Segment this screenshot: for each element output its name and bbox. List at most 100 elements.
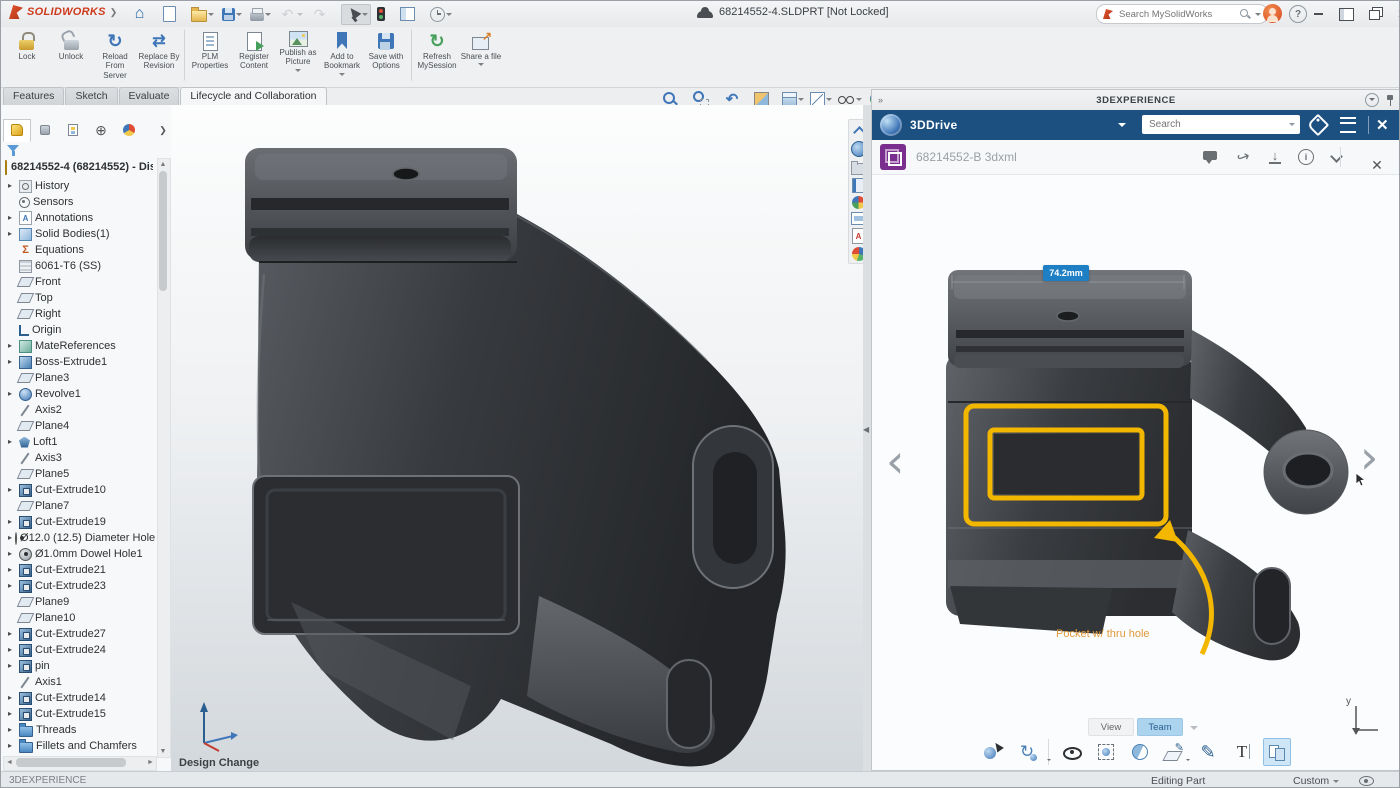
tree-item[interactable]: Plane9 xyxy=(3,594,155,610)
tree-item[interactable]: Axis1 xyxy=(3,674,155,690)
expand-arrow-icon[interactable] xyxy=(8,230,16,238)
mysolidworks-search[interactable] xyxy=(1096,4,1268,24)
play-tool-button[interactable] xyxy=(1093,739,1119,765)
dropdown-caret-icon[interactable] xyxy=(339,73,345,79)
previous-slide-button[interactable] xyxy=(886,438,904,484)
quick-tool-button[interactable] xyxy=(277,5,305,24)
manager-tab[interactable] xyxy=(3,119,31,142)
tree-item[interactable]: Sensors xyxy=(3,194,155,210)
play-tool-button[interactable] xyxy=(980,739,1006,765)
quick-tool-button[interactable] xyxy=(428,6,454,23)
close-app-icon[interactable] xyxy=(1376,116,1389,134)
manager-tab[interactable] xyxy=(87,119,115,142)
help-icon[interactable]: ? xyxy=(1289,5,1307,23)
play-tool-button[interactable] xyxy=(1161,739,1187,765)
ribbon-button[interactable]: Lock xyxy=(5,29,49,71)
expand-arrow-icon[interactable] xyxy=(8,726,16,734)
play-tool-button[interactable] xyxy=(1059,739,1085,765)
dropdown-caret-icon[interactable] xyxy=(208,13,214,19)
expand-arrow-icon[interactable] xyxy=(8,550,16,558)
tree-item[interactable]: Cut-Extrude24 xyxy=(3,642,155,658)
expand-arrow-icon[interactable] xyxy=(8,662,16,670)
tree-item[interactable]: Cut-Extrude21 xyxy=(3,562,155,578)
dropdown-caret-icon[interactable] xyxy=(446,13,452,19)
search-icon[interactable] xyxy=(1240,9,1251,20)
tree-item[interactable]: Top xyxy=(3,290,155,306)
tree-item[interactable]: Axis2 xyxy=(3,402,155,418)
file-action-icon[interactable] xyxy=(1328,148,1346,166)
expand-arrow-icon[interactable] xyxy=(8,182,16,190)
tree-item[interactable]: Cut-Extrude23 xyxy=(3,578,155,594)
file-action-icon[interactable] xyxy=(1266,148,1284,166)
tree-item[interactable]: Boss-Extrude1 xyxy=(3,354,155,370)
tree-horizontal-scrollbar[interactable] xyxy=(3,756,157,771)
expand-arrow-icon[interactable] xyxy=(8,582,16,590)
tree-item[interactable]: Threads xyxy=(3,722,155,738)
expand-arrow-icon[interactable] xyxy=(8,358,16,366)
app-switch-caret-icon[interactable] xyxy=(1118,123,1126,131)
search-scope-caret-icon[interactable] xyxy=(1289,123,1295,129)
window-control-button[interactable] xyxy=(1365,5,1383,23)
quick-tool-button[interactable] xyxy=(375,6,394,22)
ribbon-button[interactable]: Register Content xyxy=(232,29,276,81)
file-action-icon[interactable] xyxy=(1202,148,1220,166)
ribbon-button[interactable]: Add to Bookmark xyxy=(320,29,364,81)
play-tool-button[interactable] xyxy=(1229,739,1255,765)
tree-item[interactable]: Cut-Extrude19 xyxy=(3,514,155,530)
tree-item[interactable]: Revolve1 xyxy=(3,386,155,402)
user-avatar[interactable] xyxy=(1263,4,1282,23)
tree-item[interactable]: Equations xyxy=(3,242,155,258)
close-file-icon[interactable] xyxy=(1368,156,1386,174)
panel-splitter[interactable] xyxy=(863,105,871,771)
play-tool-button[interactable] xyxy=(1014,739,1049,765)
manager-tab[interactable] xyxy=(31,119,59,142)
tree-item[interactable]: Plane4 xyxy=(3,418,155,434)
tree-vertical-scrollbar[interactable] xyxy=(157,158,171,758)
scroll-right-icon[interactable] xyxy=(145,757,156,768)
expand-arrow-icon[interactable] xyxy=(8,534,12,542)
tree-item[interactable]: Plane5 xyxy=(3,466,155,482)
mode-caret-icon[interactable] xyxy=(1190,726,1198,734)
tree-item[interactable]: Fillets and Chamfers xyxy=(3,738,155,754)
command-tab[interactable]: Evaluate xyxy=(119,87,180,105)
tree-item[interactable]: Right xyxy=(3,306,155,322)
tree-item[interactable]: Ø1.0mm Dowel Hole1 xyxy=(3,546,155,562)
window-control-button[interactable] xyxy=(1393,5,1400,23)
tree-item[interactable]: Cut-Extrude15 xyxy=(3,706,155,722)
panel-search[interactable] xyxy=(1142,115,1300,134)
dropdown-caret-icon[interactable] xyxy=(265,13,271,19)
quick-tool-button[interactable] xyxy=(220,7,244,22)
panel-search-input[interactable] xyxy=(1147,118,1285,131)
3dexperience-globe-icon[interactable] xyxy=(880,114,902,136)
tree-item[interactable]: Annotations xyxy=(3,210,155,226)
tree-item[interactable]: History xyxy=(3,178,155,194)
ribbon-button[interactable]: Reload From Server xyxy=(93,29,137,90)
expand-arrow-icon[interactable] xyxy=(8,694,16,702)
ribbon-button[interactable]: Publish as Picture xyxy=(276,29,320,77)
expand-arrow-icon[interactable] xyxy=(8,486,16,494)
quick-tool-button[interactable] xyxy=(398,6,424,22)
panel-pin-icon[interactable] xyxy=(1384,94,1396,107)
3d-part-model[interactable] xyxy=(171,104,863,771)
ribbon-button[interactable]: Unlock xyxy=(49,29,93,71)
quick-tool-button[interactable] xyxy=(129,5,157,24)
expand-arrow-icon[interactable] xyxy=(8,390,16,398)
file-action-icon[interactable] xyxy=(1234,148,1252,166)
expand-arrow-icon[interactable] xyxy=(8,566,16,574)
tree-item[interactable]: Cut-Extrude27 xyxy=(3,626,155,642)
file-action-icon[interactable] xyxy=(1298,149,1314,165)
dropdown-caret-icon[interactable] xyxy=(236,13,242,19)
ribbon-button[interactable]: Share a file xyxy=(459,29,503,71)
ribbon-button[interactable]: Save with Options xyxy=(364,29,412,81)
mode-button[interactable]: Team xyxy=(1137,718,1183,736)
ribbon-button[interactable]: Refresh MySession xyxy=(415,29,459,81)
dropdown-caret-icon[interactable] xyxy=(478,63,484,69)
expand-arrow-icon[interactable] xyxy=(8,630,16,638)
dropdown-caret-icon[interactable] xyxy=(297,13,303,19)
menu-expand-icon[interactable]: ❯ xyxy=(110,7,118,18)
tree-item[interactable]: Cut-Extrude10 xyxy=(3,482,155,498)
dropdown-caret-icon[interactable] xyxy=(295,69,301,75)
dropdown-caret-icon[interactable] xyxy=(1047,759,1051,763)
tree-item[interactable]: Plane7 xyxy=(3,498,155,514)
search-caret-icon[interactable] xyxy=(1255,13,1261,19)
